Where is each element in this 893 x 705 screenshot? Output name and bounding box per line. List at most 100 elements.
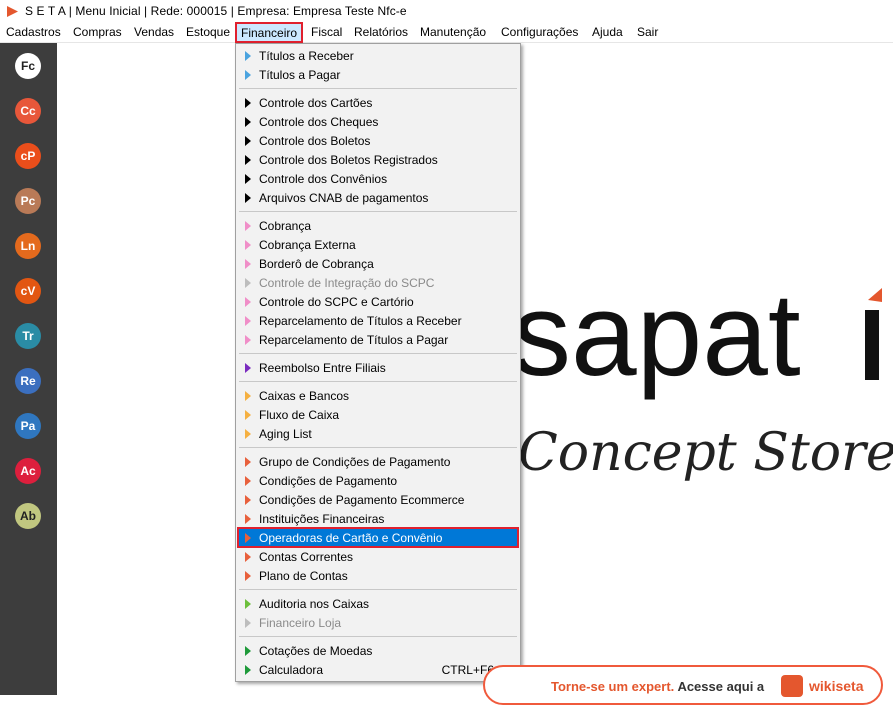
menu-estoque[interactable]: Estoque bbox=[186, 25, 230, 40]
title-bar: S E T A | Menu Inicial | Rede: 000015 | … bbox=[0, 0, 893, 22]
menu-item-plano-de-contas[interactable]: Plano de Contas bbox=[238, 566, 518, 585]
banner-text-2: Acesse aqui a bbox=[677, 679, 765, 694]
submenu-arrow-icon bbox=[245, 390, 251, 401]
menu-item-controle-do-scpc-e-cartorio[interactable]: Controle do SCPC e Cartório bbox=[238, 292, 518, 311]
wikiseta-icon bbox=[781, 675, 803, 697]
menu-item-label: Contas Correntes bbox=[259, 549, 354, 564]
logo-main-text: sapat bbox=[520, 280, 801, 401]
menu-item-controle-dos-boletos-registrados[interactable]: Controle dos Boletos Registrados bbox=[238, 150, 518, 169]
sidebar-shortcut-re[interactable]: Re bbox=[15, 368, 41, 394]
menu-item-controle-dos-cartoes[interactable]: Controle dos Cartões bbox=[238, 93, 518, 112]
menu-item-condicoes-de-pagamento[interactable]: Condições de Pagamento bbox=[238, 471, 518, 490]
wikiseta-banner[interactable]: Torne-se um expert. Acesse aqui a wikise… bbox=[483, 665, 883, 705]
submenu-arrow-icon bbox=[245, 598, 251, 609]
menu-separator bbox=[239, 211, 517, 212]
menu-item-aging-list[interactable]: Aging List bbox=[238, 424, 518, 443]
submenu-arrow-icon bbox=[245, 409, 251, 420]
sidebar-shortcut-pa[interactable]: Pa bbox=[15, 413, 41, 439]
menu-item-grupo-de-condicoes-de-pagamento[interactable]: Grupo de Condições de Pagamento bbox=[238, 452, 518, 471]
menu-item-label: Plano de Contas bbox=[259, 568, 348, 583]
menu-compras[interactable]: Compras bbox=[73, 25, 122, 40]
menu-separator bbox=[239, 589, 517, 590]
menu-item-reembolso-entre-filiais[interactable]: Reembolso Entre Filiais bbox=[238, 358, 518, 377]
menu-bar: Cadastros Compras Vendas Estoque Financeiro F… bbox=[0, 22, 893, 43]
sidebar-shortcut-cv[interactable]: cV bbox=[15, 278, 41, 304]
sidebar-shortcut-ln[interactable]: Ln bbox=[15, 233, 41, 259]
sidebar-shortcut-cp[interactable]: cP bbox=[15, 143, 41, 169]
menu-separator bbox=[239, 636, 517, 637]
menu-item-controle-dos-cheques[interactable]: Controle dos Cheques bbox=[238, 112, 518, 131]
submenu-arrow-icon bbox=[245, 532, 251, 543]
menu-item-label: Condições de Pagamento Ecommerce bbox=[259, 492, 465, 507]
menu-vendas[interactable]: Vendas bbox=[134, 25, 174, 40]
submenu-arrow-icon bbox=[245, 362, 251, 373]
sidebar-shortcut-pc[interactable]: Pc bbox=[15, 188, 41, 214]
menu-item-reparcelamento-de-titulos-a-receber[interactable]: Reparcelamento de Títulos a Receber bbox=[238, 311, 518, 330]
menu-item-controle-dos-convenios[interactable]: Controle dos Convênios bbox=[238, 169, 518, 188]
menu-item-label: Calculadora bbox=[259, 662, 324, 677]
financeiro-dropdown-menu: Títulos a Receber Títulos a Pagar Controle… bbox=[235, 43, 521, 682]
menu-configuracoes[interactable]: Configurações bbox=[501, 25, 578, 40]
menu-item-label: Cobrança Externa bbox=[259, 237, 356, 252]
sidebar-shortcut-cc[interactable]: Cc bbox=[15, 98, 41, 124]
menu-item-cobranca[interactable]: Cobrança bbox=[238, 216, 518, 235]
menu-financeiro[interactable]: Financeiro bbox=[235, 22, 304, 43]
menu-separator bbox=[239, 447, 517, 448]
banner-brand: wikiseta bbox=[809, 678, 864, 694]
menu-item-instituicoes-financeiras[interactable]: Instituições Financeiras bbox=[238, 509, 518, 528]
menu-item-label: Auditoria nos Caixas bbox=[259, 596, 370, 611]
menu-item-reparcelamento-de-titulos-a-pagar[interactable]: Reparcelamento de Títulos a Pagar bbox=[238, 330, 518, 349]
submenu-arrow-icon bbox=[245, 192, 251, 203]
menu-item-arquivos-cnab-de-pagamentos[interactable]: Arquivos CNAB de pagamentos bbox=[238, 188, 518, 207]
submenu-arrow-icon bbox=[245, 315, 251, 326]
menu-item-calculadora[interactable]: Calculadora CTRL+F6 bbox=[238, 660, 518, 679]
sidebar-shortcut-ac[interactable]: Ac bbox=[15, 458, 41, 484]
menu-item-label: Arquivos CNAB de pagamentos bbox=[259, 190, 429, 205]
menu-fiscal[interactable]: Fiscal bbox=[311, 25, 342, 40]
submenu-arrow-icon bbox=[245, 258, 251, 269]
window-title: S E T A | Menu Inicial | Rede: 000015 | … bbox=[25, 4, 407, 18]
submenu-arrow-icon bbox=[245, 664, 251, 675]
menu-cadastros[interactable]: Cadastros bbox=[6, 25, 61, 40]
menu-relatorios[interactable]: Relatórios bbox=[354, 25, 408, 40]
submenu-arrow-icon bbox=[245, 334, 251, 345]
sidebar-shortcut-ab[interactable]: Ab bbox=[15, 503, 41, 529]
menu-item-operadoras-de-cartao-e-convenio[interactable]: Operadoras de Cartão e Convênio bbox=[237, 527, 519, 548]
menu-item-financeiro-loja[interactable]: Financeiro Loja bbox=[238, 613, 518, 632]
menu-item-controle-de-integracao-do-scpc[interactable]: Controle de Integração do SCPC bbox=[238, 273, 518, 292]
submenu-arrow-icon bbox=[245, 513, 251, 524]
submenu-arrow-icon bbox=[245, 173, 251, 184]
menu-manutencao[interactable]: Manutenção bbox=[420, 25, 486, 40]
menu-item-cotacoes-de-moedas[interactable]: Cotações de Moedas bbox=[238, 641, 518, 660]
menu-item-label: Títulos a Pagar bbox=[259, 67, 341, 82]
menu-item-titulos-a-pagar[interactable]: Títulos a Pagar bbox=[238, 65, 518, 84]
menu-item-titulos-a-receber[interactable]: Títulos a Receber bbox=[238, 46, 518, 65]
menu-sair[interactable]: Sair bbox=[637, 25, 658, 40]
submenu-arrow-icon bbox=[245, 220, 251, 231]
menu-separator bbox=[239, 381, 517, 382]
menu-item-condicoes-de-pagamento-ecommerce[interactable]: Condições de Pagamento Ecommerce bbox=[238, 490, 518, 509]
menu-item-label: Controle dos Convênios bbox=[259, 171, 388, 186]
sidebar-shortcut-tr[interactable]: Tr bbox=[15, 323, 41, 349]
menu-item-label: Controle do SCPC e Cartório bbox=[259, 294, 414, 309]
menu-item-caixas-e-bancos[interactable]: Caixas e Bancos bbox=[238, 386, 518, 405]
menu-item-label: Controle dos Boletos bbox=[259, 133, 371, 148]
menu-item-controle-dos-boletos[interactable]: Controle dos Boletos bbox=[238, 131, 518, 150]
submenu-arrow-icon bbox=[245, 494, 251, 505]
menu-item-label: Fluxo de Caixa bbox=[259, 407, 340, 422]
submenu-arrow-icon bbox=[245, 475, 251, 486]
menu-item-label: Controle dos Boletos Registrados bbox=[259, 152, 438, 167]
menu-item-label: Aging List bbox=[259, 426, 312, 441]
menu-item-label: Condições de Pagamento bbox=[259, 473, 398, 488]
menu-item-label: Cobrança bbox=[259, 218, 312, 233]
menu-item-contas-correntes[interactable]: Contas Correntes bbox=[238, 547, 518, 566]
menu-item-label: Controle dos Cartões bbox=[259, 95, 373, 110]
sidebar-shortcut-fc[interactable]: Fc bbox=[15, 53, 41, 79]
menu-item-cobranca-externa[interactable]: Cobrança Externa bbox=[238, 235, 518, 254]
menu-ajuda[interactable]: Ajuda bbox=[592, 25, 623, 40]
menu-item-label: Caixas e Bancos bbox=[259, 388, 350, 403]
menu-item-fluxo-de-caixa[interactable]: Fluxo de Caixa bbox=[238, 405, 518, 424]
brand-logo: sapat Concept Store bbox=[512, 269, 893, 490]
menu-item-bordero-de-cobranca[interactable]: Borderô de Cobrança bbox=[238, 254, 518, 273]
menu-item-auditoria-nos-caixas[interactable]: Auditoria nos Caixas bbox=[238, 594, 518, 613]
